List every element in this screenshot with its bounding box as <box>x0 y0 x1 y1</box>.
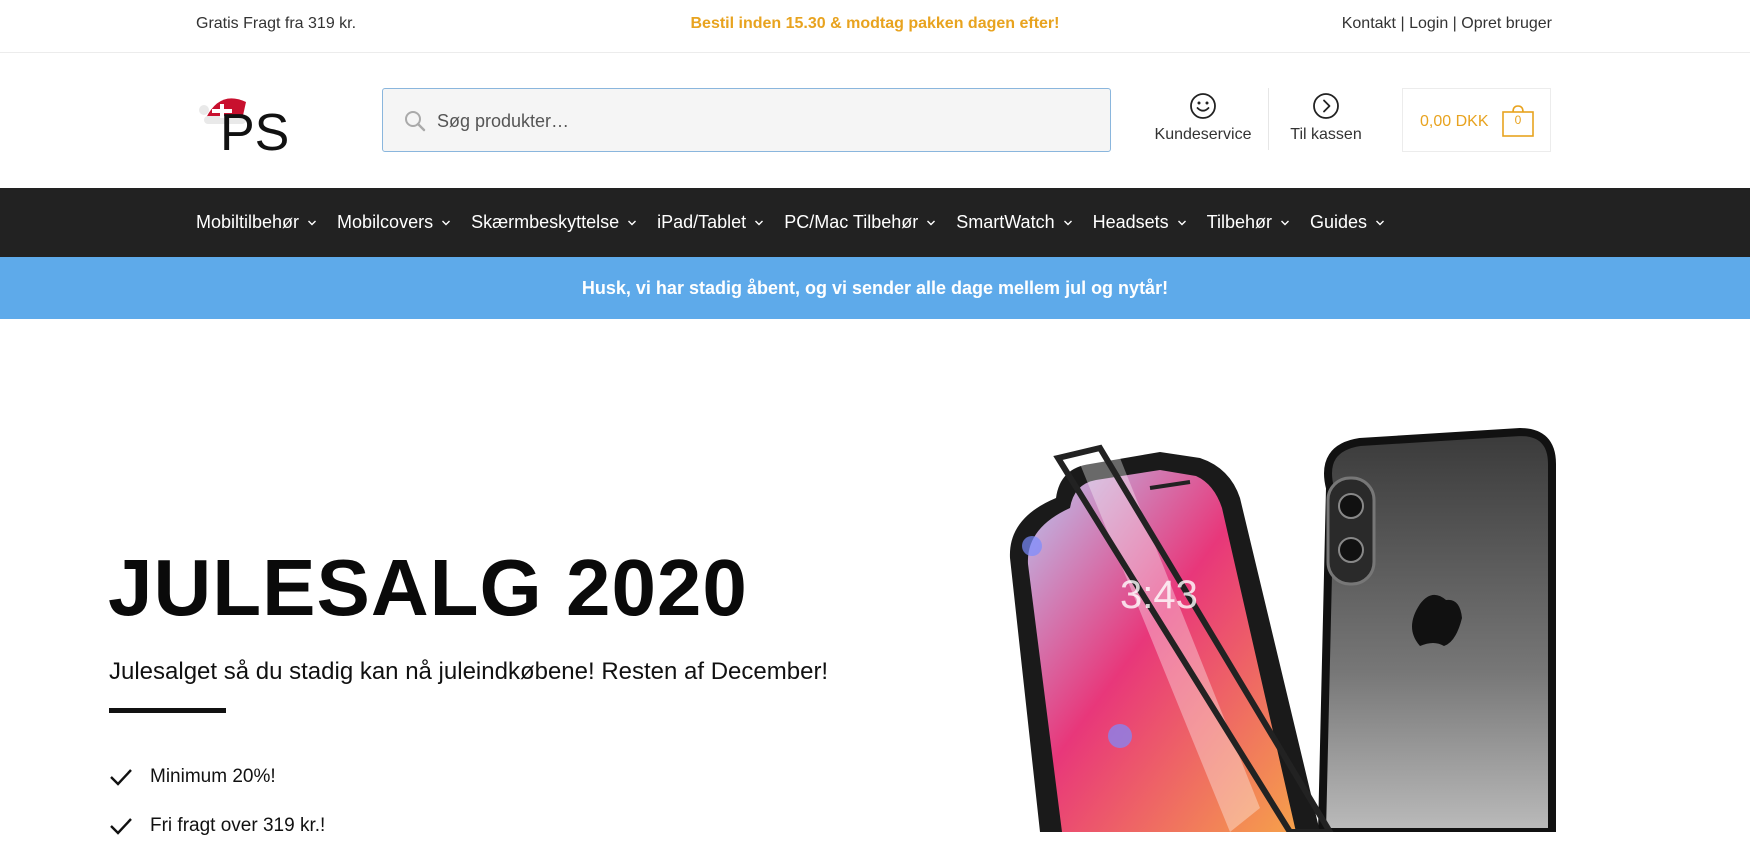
nav-item-label: Guides <box>1310 212 1368 232</box>
nav-item-skaermbeskyttelse[interactable]: Skærmbeskyttelse <box>471 212 637 233</box>
hero-subtitle: Julesalget så du stadig kan nå juleindkø… <box>109 658 829 685</box>
nav-item-guides[interactable]: Guides <box>1310 212 1385 233</box>
search-box <box>382 88 1111 153</box>
nav-item-label: PC/Mac Tilbehør <box>784 212 919 232</box>
nav-item-pc-mac-tilbehor[interactable]: PC/Mac Tilbehør <box>784 212 936 233</box>
cart-amount: 0,00 DKK <box>1420 113 1489 130</box>
nav-item-smartwatch[interactable]: SmartWatch <box>956 212 1072 233</box>
nav-item-label: Tilbehør <box>1206 212 1272 232</box>
nav-item-tilbehor[interactable]: Tilbehør <box>1207 212 1290 233</box>
chevron-down-icon <box>755 220 764 225</box>
nav-item-label: Mobilcovers <box>337 212 434 232</box>
chevron-down-icon <box>1376 220 1385 225</box>
chevron-down-icon <box>442 220 451 225</box>
benefit-text: Minimum 20%! <box>150 765 276 787</box>
hero-product-image: 3:43 <box>1000 427 1560 836</box>
nav-item-headsets[interactable]: Headsets <box>1093 212 1187 233</box>
smiley-icon <box>1190 93 1216 119</box>
nav-item-label: SmartWatch <box>956 212 1055 232</box>
hero-divider <box>109 708 226 713</box>
header-divider <box>1268 88 1269 150</box>
nav-item-label: Headsets <box>1092 212 1169 232</box>
nav-item-mobiltilbehor[interactable]: Mobiltilbehør <box>196 212 317 233</box>
logo-text: PS <box>220 104 289 154</box>
nav-item-label: Skærmbeskyttelse <box>471 212 620 232</box>
chevron-down-icon <box>1177 220 1186 225</box>
search-input[interactable] <box>435 89 1089 153</box>
cart-button[interactable]: 0,00 DKK 0 <box>1402 88 1551 152</box>
checkmark-icon <box>110 768 132 786</box>
search-icon <box>405 111 426 132</box>
checkout-label: Til kassen <box>1290 126 1362 143</box>
chevron-down-icon <box>628 220 637 225</box>
nav-item-ipad-tablet[interactable]: iPad/Tablet <box>657 212 764 233</box>
hero-benefits-list: Minimum 20%! Fri fragt over 319 kr.! <box>109 752 325 850</box>
top-bar: Gratis Fragt fra 319 kr. Bestil inden 15… <box>0 0 1750 53</box>
customer-service-link[interactable]: Kundeservice <box>1153 92 1253 144</box>
site-logo[interactable]: PS <box>198 90 320 162</box>
benefit-text: Fri fragt over 319 kr.! <box>150 814 326 836</box>
customer-service-label: Kundeservice <box>1154 126 1252 143</box>
arrow-circle-right-icon <box>1313 93 1339 119</box>
cart-count: 0 <box>1514 113 1522 127</box>
list-item: Fri fragt over 319 kr.! <box>109 801 325 850</box>
chevron-down-icon <box>308 220 317 225</box>
holiday-notice-banner: Husk, vi har stadig åbent, og vi sender … <box>0 257 1750 319</box>
svg-text:3:43: 3:43 <box>1120 573 1198 617</box>
main-navigation: Mobiltilbehør Mobilcovers Skærmbeskyttel… <box>0 188 1750 257</box>
chevron-down-icon <box>1281 220 1289 225</box>
nav-item-mobilcovers[interactable]: Mobilcovers <box>337 212 451 233</box>
checkout-link[interactable]: Til kassen <box>1283 92 1369 144</box>
hero-title: JULESALG 2020 <box>108 543 748 632</box>
login-link[interactable]: Login <box>1409 15 1448 32</box>
list-item: Minimum 20%! <box>109 752 325 801</box>
link-separator: | <box>1400 15 1405 32</box>
register-link[interactable]: Opret bruger <box>1461 15 1552 32</box>
contact-link[interactable]: Kontakt <box>1342 15 1396 32</box>
chevron-down-icon <box>1063 220 1072 225</box>
chevron-down-icon <box>927 220 936 225</box>
account-links: Kontakt | Login | Opret bruger <box>1342 15 1552 33</box>
link-separator: | <box>1452 15 1457 32</box>
nav-item-label: Mobiltilbehør <box>196 212 300 232</box>
checkmark-icon <box>110 817 132 835</box>
nav-item-label: iPad/Tablet <box>657 212 747 232</box>
